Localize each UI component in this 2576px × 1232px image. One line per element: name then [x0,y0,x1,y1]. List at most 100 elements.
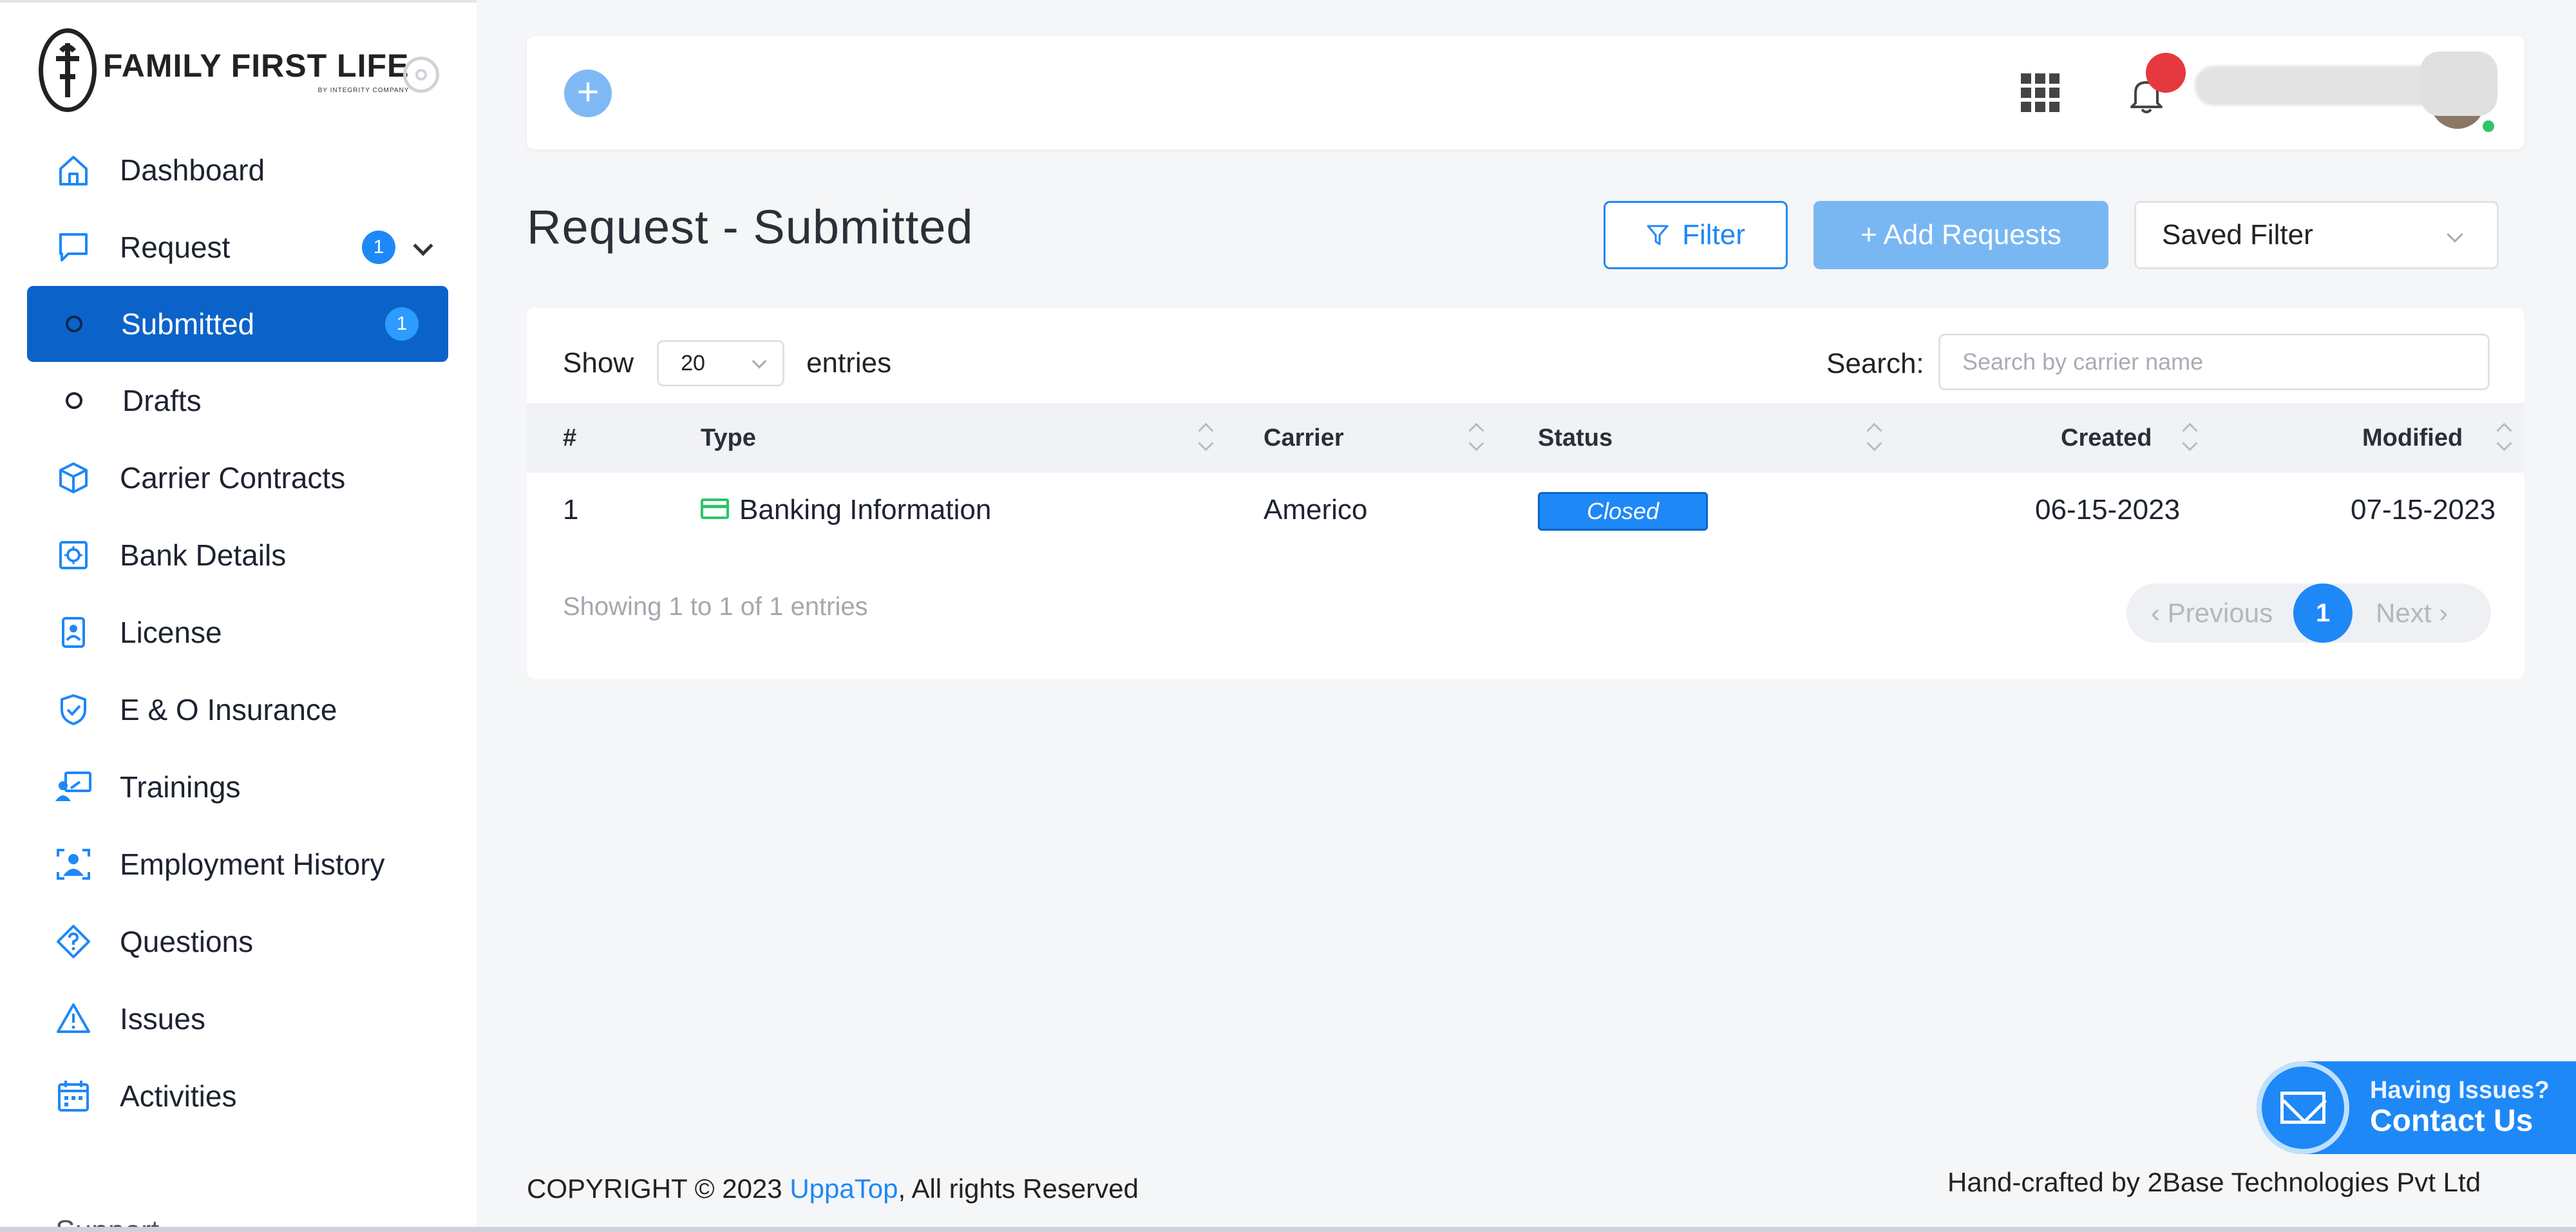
sort-icon[interactable] [1868,422,1880,455]
sort-icon[interactable] [1470,422,1482,455]
entries-per-page-select[interactable]: 20 [657,340,785,386]
sidebar-item-label: Trainings [120,770,241,804]
sidebar-item-employment-history[interactable]: Employment History [0,826,477,903]
entries-length-control: Show 20 entries [563,340,891,386]
box-icon [54,459,93,497]
sidebar: FAMILY FIRST LIFE BY INTEGRITY COMPANY D… [0,0,477,1232]
circle-icon [66,316,82,332]
brand-title: FAMILY FIRST LIFE [103,47,410,84]
saved-filter-select[interactable]: Saved Filter [2134,201,2499,269]
add-requests-button[interactable]: + Add Requests [1814,201,2108,269]
chevron-down-icon[interactable] [413,236,433,256]
handcrafted-credit: Hand-crafted by 2Base Technologies Pvt L… [1947,1167,2481,1197]
sidebar-item-request[interactable]: Request 1 [0,209,477,286]
column-header-number[interactable]: # [563,403,576,473]
notification-dot [2146,53,2186,93]
sidebar-item-label: License [120,616,222,649]
sidebar-item-dashboard[interactable]: Dashboard [0,131,477,209]
sort-icon[interactable] [2497,422,2510,455]
circle-icon [66,392,82,409]
cell-type[interactable]: Banking Information [701,473,991,547]
funnel-icon [1647,225,1669,245]
bottom-border [0,1227,2576,1232]
table-row[interactable]: 1 Banking Information Americo Closed 06-… [527,473,2524,547]
sidebar-item-issues[interactable]: Issues [0,980,477,1057]
vault-icon [54,536,93,574]
column-header-carrier[interactable]: Carrier [1264,403,1344,473]
sidebar-nav: Dashboard Request 1 Submitted 1 Drafts C… [0,131,477,1135]
brand-subtitle: BY INTEGRITY COMPANY [317,86,410,94]
quick-add-icon[interactable]: + [564,70,612,117]
status-badge: Closed [1538,492,1708,531]
presentation-icon [54,768,93,806]
column-header-created[interactable]: Created [2061,403,2152,473]
sidebar-item-label: E & O Insurance [120,693,337,726]
filter-button-label: Filter [1682,219,1745,251]
contact-us-button[interactable]: Having Issues? Contact Us [2257,1061,2576,1154]
table-info: Showing 1 to 1 of 1 entries [563,592,868,621]
sidebar-item-label: Drafts [122,384,202,417]
brand-logo[interactable]: FAMILY FIRST LIFE BY INTEGRITY COMPANY [39,28,409,112]
sidebar-item-label: Activities [120,1079,237,1113]
sidebar-item-carrier-contracts[interactable]: Carrier Contracts [0,439,477,516]
sidebar-item-eo-insurance[interactable]: E & O Insurance [0,671,477,748]
table-header: # Type Carrier Status Created Modified [527,403,2524,473]
user-frame-icon [54,845,93,884]
chevron-down-icon [752,354,767,369]
show-label: Show [563,347,634,379]
sidebar-item-label: Questions [120,925,254,958]
cell-carrier: Americo [1264,494,1368,526]
sidebar-item-license[interactable]: License [0,594,477,671]
sidebar-item-label: Carrier Contracts [120,461,346,495]
request-count-badge: 1 [362,231,395,264]
submitted-count-badge: 1 [385,307,419,341]
calendar-icon [54,1077,93,1115]
sidebar-item-drafts[interactable]: Drafts [0,362,477,439]
contact-line2: Contact Us [2370,1103,2533,1138]
requests-table-card: Show 20 entries Search: # Type Carrier S… [527,308,2524,679]
page-number-button[interactable]: 1 [2293,583,2353,643]
chat-icon [54,228,93,267]
column-header-modified[interactable]: Modified [2362,403,2463,473]
search-input[interactable] [1938,334,2490,390]
sidebar-toggle-icon[interactable] [403,57,439,93]
cell-modified: 07-15-2023 [2351,494,2496,526]
sidebar-item-label: Submitted [121,307,255,341]
contact-line1: Having Issues? [2370,1076,2550,1104]
chevron-down-icon [2447,226,2463,243]
cell-number: 1 [563,494,579,526]
column-header-type[interactable]: Type [701,403,756,473]
cell-created: 06-15-2023 [2035,494,2181,526]
sidebar-item-label: Issues [120,1002,205,1036]
sort-icon[interactable] [2183,422,2196,455]
page-title: Request - Submitted [527,200,974,254]
warning-icon [54,1000,93,1038]
entries-label: entries [806,347,892,379]
home-icon [54,151,93,189]
sidebar-item-label: Bank Details [120,538,287,572]
question-icon [54,922,93,961]
filter-button[interactable]: Filter [1604,201,1788,269]
sidebar-item-bank-details[interactable]: Bank Details [0,516,477,594]
sort-icon[interactable] [1199,422,1212,455]
previous-page-button[interactable]: ‹ Previous [2151,598,2273,629]
pagination: ‹ Previous 1 Next › [2126,583,2491,643]
avatar[interactable] [2414,52,2510,148]
sidebar-item-questions[interactable]: Questions [0,903,477,980]
sidebar-item-submitted[interactable]: Submitted 1 [27,286,448,362]
sidebar-item-activities[interactable]: Activities [0,1057,477,1135]
saved-filter-value: Saved Filter [2162,219,2313,251]
online-status-dot [2481,118,2496,134]
logo-mark-icon [39,28,97,112]
sidebar-item-trainings[interactable]: Trainings [0,748,477,826]
sidebar-item-label: Dashboard [120,153,265,187]
id-card-icon [54,613,93,652]
uppatop-link[interactable]: UppaTop [790,1173,898,1204]
apps-grid-icon[interactable] [2021,73,2060,112]
shield-check-icon [54,690,93,729]
top-header: + [527,36,2524,149]
sidebar-item-label: Employment History [120,848,385,881]
credit-card-icon [701,498,729,520]
column-header-status[interactable]: Status [1538,403,1613,473]
next-page-button[interactable]: Next › [2376,598,2448,629]
